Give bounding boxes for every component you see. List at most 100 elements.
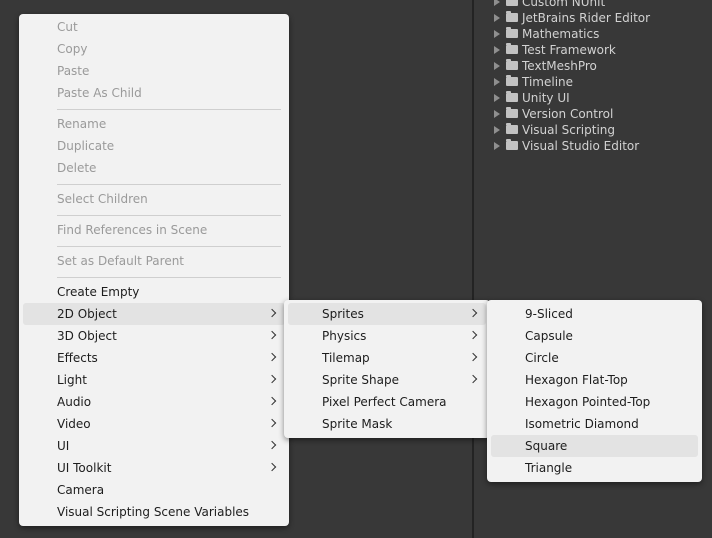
menu-item-sprite-shape[interactable]: Sprite Shape	[284, 369, 490, 391]
folder-icon	[506, 43, 518, 54]
chevron-right-icon	[267, 330, 277, 340]
menu-separator	[57, 109, 281, 110]
menu-item-video[interactable]: Video	[19, 413, 289, 435]
menu-item-rename[interactable]: Rename	[19, 113, 289, 135]
tree-item-unity-ui[interactable]: Unity UI	[494, 90, 570, 106]
menu-item-ui[interactable]: UI	[19, 435, 289, 457]
menu-item-sprite-mask[interactable]: Sprite Mask	[284, 413, 490, 435]
menu-item-label: Paste As Child	[57, 86, 142, 100]
menu-item-3d-object[interactable]: 3D Object	[19, 325, 289, 347]
tree-item-label: Mathematics	[522, 27, 600, 41]
menu-item-triangle[interactable]: Triangle	[487, 457, 702, 479]
menu-item-hexagon-flat-top[interactable]: Hexagon Flat-Top	[487, 369, 702, 391]
tree-item-textmeshpro[interactable]: TextMeshPro	[494, 58, 597, 74]
chevron-right-icon	[468, 352, 478, 362]
tree-item-label: JetBrains Rider Editor	[522, 11, 651, 25]
menu-item-label: Rename	[57, 117, 107, 131]
menu-item-physics[interactable]: Physics	[284, 325, 490, 347]
expand-arrow-icon[interactable]	[494, 13, 500, 22]
expand-arrow-icon[interactable]	[494, 45, 500, 54]
menu-item-circle[interactable]: Circle	[487, 347, 702, 369]
menu-item-paste-as-child[interactable]: Paste As Child	[19, 82, 289, 104]
menu-item-delete[interactable]: Delete	[19, 157, 289, 179]
menu-item-capsule[interactable]: Capsule	[487, 325, 702, 347]
chevron-right-icon	[267, 352, 277, 362]
menu-item-light[interactable]: Light	[19, 369, 289, 391]
tree-item-label: TextMeshPro	[522, 59, 597, 73]
menu-item-set-default-parent[interactable]: Set as Default Parent	[19, 250, 289, 272]
menu-item-label: Paste	[57, 64, 90, 78]
menu-item-copy[interactable]: Copy	[19, 38, 289, 60]
expand-arrow-icon[interactable]	[494, 77, 500, 86]
menu-item-visual-scripting-scene-variables[interactable]: Visual Scripting Scene Variables	[19, 501, 289, 523]
menu-item-label: Circle	[525, 351, 559, 365]
menu-item-label: Sprites	[322, 307, 364, 321]
menu-item-label: Isometric Diamond	[525, 417, 639, 431]
tree-item-label: Test Framework	[522, 43, 616, 57]
submenu-sprites: 9-Sliced Capsule Circle Hexagon Flat-Top…	[487, 300, 702, 482]
tree-item-label: Version Control	[522, 107, 614, 121]
expand-arrow-icon[interactable]	[494, 93, 500, 102]
expand-arrow-icon[interactable]	[494, 109, 500, 118]
menu-item-label: Copy	[57, 42, 88, 56]
menu-item-hexagon-pointed-top[interactable]: Hexagon Pointed-Top	[487, 391, 702, 413]
expand-arrow-icon[interactable]	[494, 61, 500, 70]
menu-item-duplicate[interactable]: Duplicate	[19, 135, 289, 157]
menu-item-cut[interactable]: Cut	[19, 16, 289, 38]
submenu-2d-object: Sprites Physics Tilemap Sprite Shape Pix…	[284, 300, 490, 438]
menu-item-paste[interactable]: Paste	[19, 60, 289, 82]
expand-arrow-icon[interactable]	[494, 125, 500, 134]
menu-item-label: Capsule	[525, 329, 573, 343]
menu-item-label: Duplicate	[57, 139, 115, 153]
tree-item-custom-nunit[interactable]: Custom NUnit	[494, 0, 605, 10]
menu-item-audio[interactable]: Audio	[19, 391, 289, 413]
menu-item-2d-object[interactable]: 2D Object	[23, 303, 285, 325]
tree-item-label: Visual Studio Editor	[522, 139, 640, 153]
chevron-right-icon	[267, 396, 277, 406]
tree-item-test-framework[interactable]: Test Framework	[494, 42, 616, 58]
tree-item-version-control[interactable]: Version Control	[494, 106, 613, 122]
menu-item-square[interactable]: Square	[491, 435, 698, 457]
menu-item-9-sliced[interactable]: 9-Sliced	[487, 303, 702, 325]
expand-arrow-icon[interactable]	[494, 29, 500, 38]
tree-item-visual-scripting[interactable]: Visual Scripting	[494, 122, 615, 138]
menu-item-label: Light	[57, 373, 87, 387]
folder-icon	[506, 123, 518, 134]
folder-icon	[506, 27, 518, 38]
tree-item-mathematics[interactable]: Mathematics	[494, 26, 599, 42]
menu-item-label: Find References in Scene	[57, 223, 208, 237]
menu-item-label: UI	[57, 439, 70, 453]
menu-item-label: 3D Object	[57, 329, 117, 343]
menu-item-label: Effects	[57, 351, 98, 365]
menu-item-label: UI Toolkit	[57, 461, 112, 475]
menu-item-label: Physics	[322, 329, 367, 343]
folder-icon	[506, 91, 518, 102]
menu-item-label: Square	[525, 439, 568, 453]
menu-item-effects[interactable]: Effects	[19, 347, 289, 369]
expand-arrow-icon[interactable]	[494, 0, 500, 6]
menu-item-tilemap[interactable]: Tilemap	[284, 347, 490, 369]
menu-item-select-children[interactable]: Select Children	[19, 188, 289, 210]
expand-arrow-icon[interactable]	[494, 141, 500, 150]
tree-item-label: Timeline	[522, 75, 574, 89]
menu-item-label: Set as Default Parent	[57, 254, 185, 268]
menu-item-label: Pixel Perfect Camera	[322, 395, 447, 409]
menu-item-sprites[interactable]: Sprites	[288, 303, 486, 325]
tree-item-jetbrains-rider-editor[interactable]: JetBrains Rider Editor	[494, 10, 650, 26]
menu-item-label: Camera	[57, 483, 105, 497]
menu-item-label: Hexagon Flat-Top	[525, 373, 628, 387]
menu-item-label: Audio	[57, 395, 92, 409]
tree-item-visual-studio-editor[interactable]: Visual Studio Editor	[494, 138, 639, 154]
menu-item-label: Sprite Shape	[322, 373, 399, 387]
menu-item-create-empty[interactable]: Create Empty	[19, 281, 289, 303]
menu-item-camera[interactable]: Camera	[19, 479, 289, 501]
menu-item-pixel-perfect-camera[interactable]: Pixel Perfect Camera	[284, 391, 490, 413]
menu-item-ui-toolkit[interactable]: UI Toolkit	[19, 457, 289, 479]
menu-item-label: Delete	[57, 161, 97, 175]
tree-item-label: Custom NUnit	[522, 0, 606, 9]
tree-item-timeline[interactable]: Timeline	[494, 74, 573, 90]
menu-separator	[57, 215, 281, 216]
folder-icon	[506, 139, 518, 150]
menu-item-find-references[interactable]: Find References in Scene	[19, 219, 289, 241]
menu-item-isometric-diamond[interactable]: Isometric Diamond	[487, 413, 702, 435]
